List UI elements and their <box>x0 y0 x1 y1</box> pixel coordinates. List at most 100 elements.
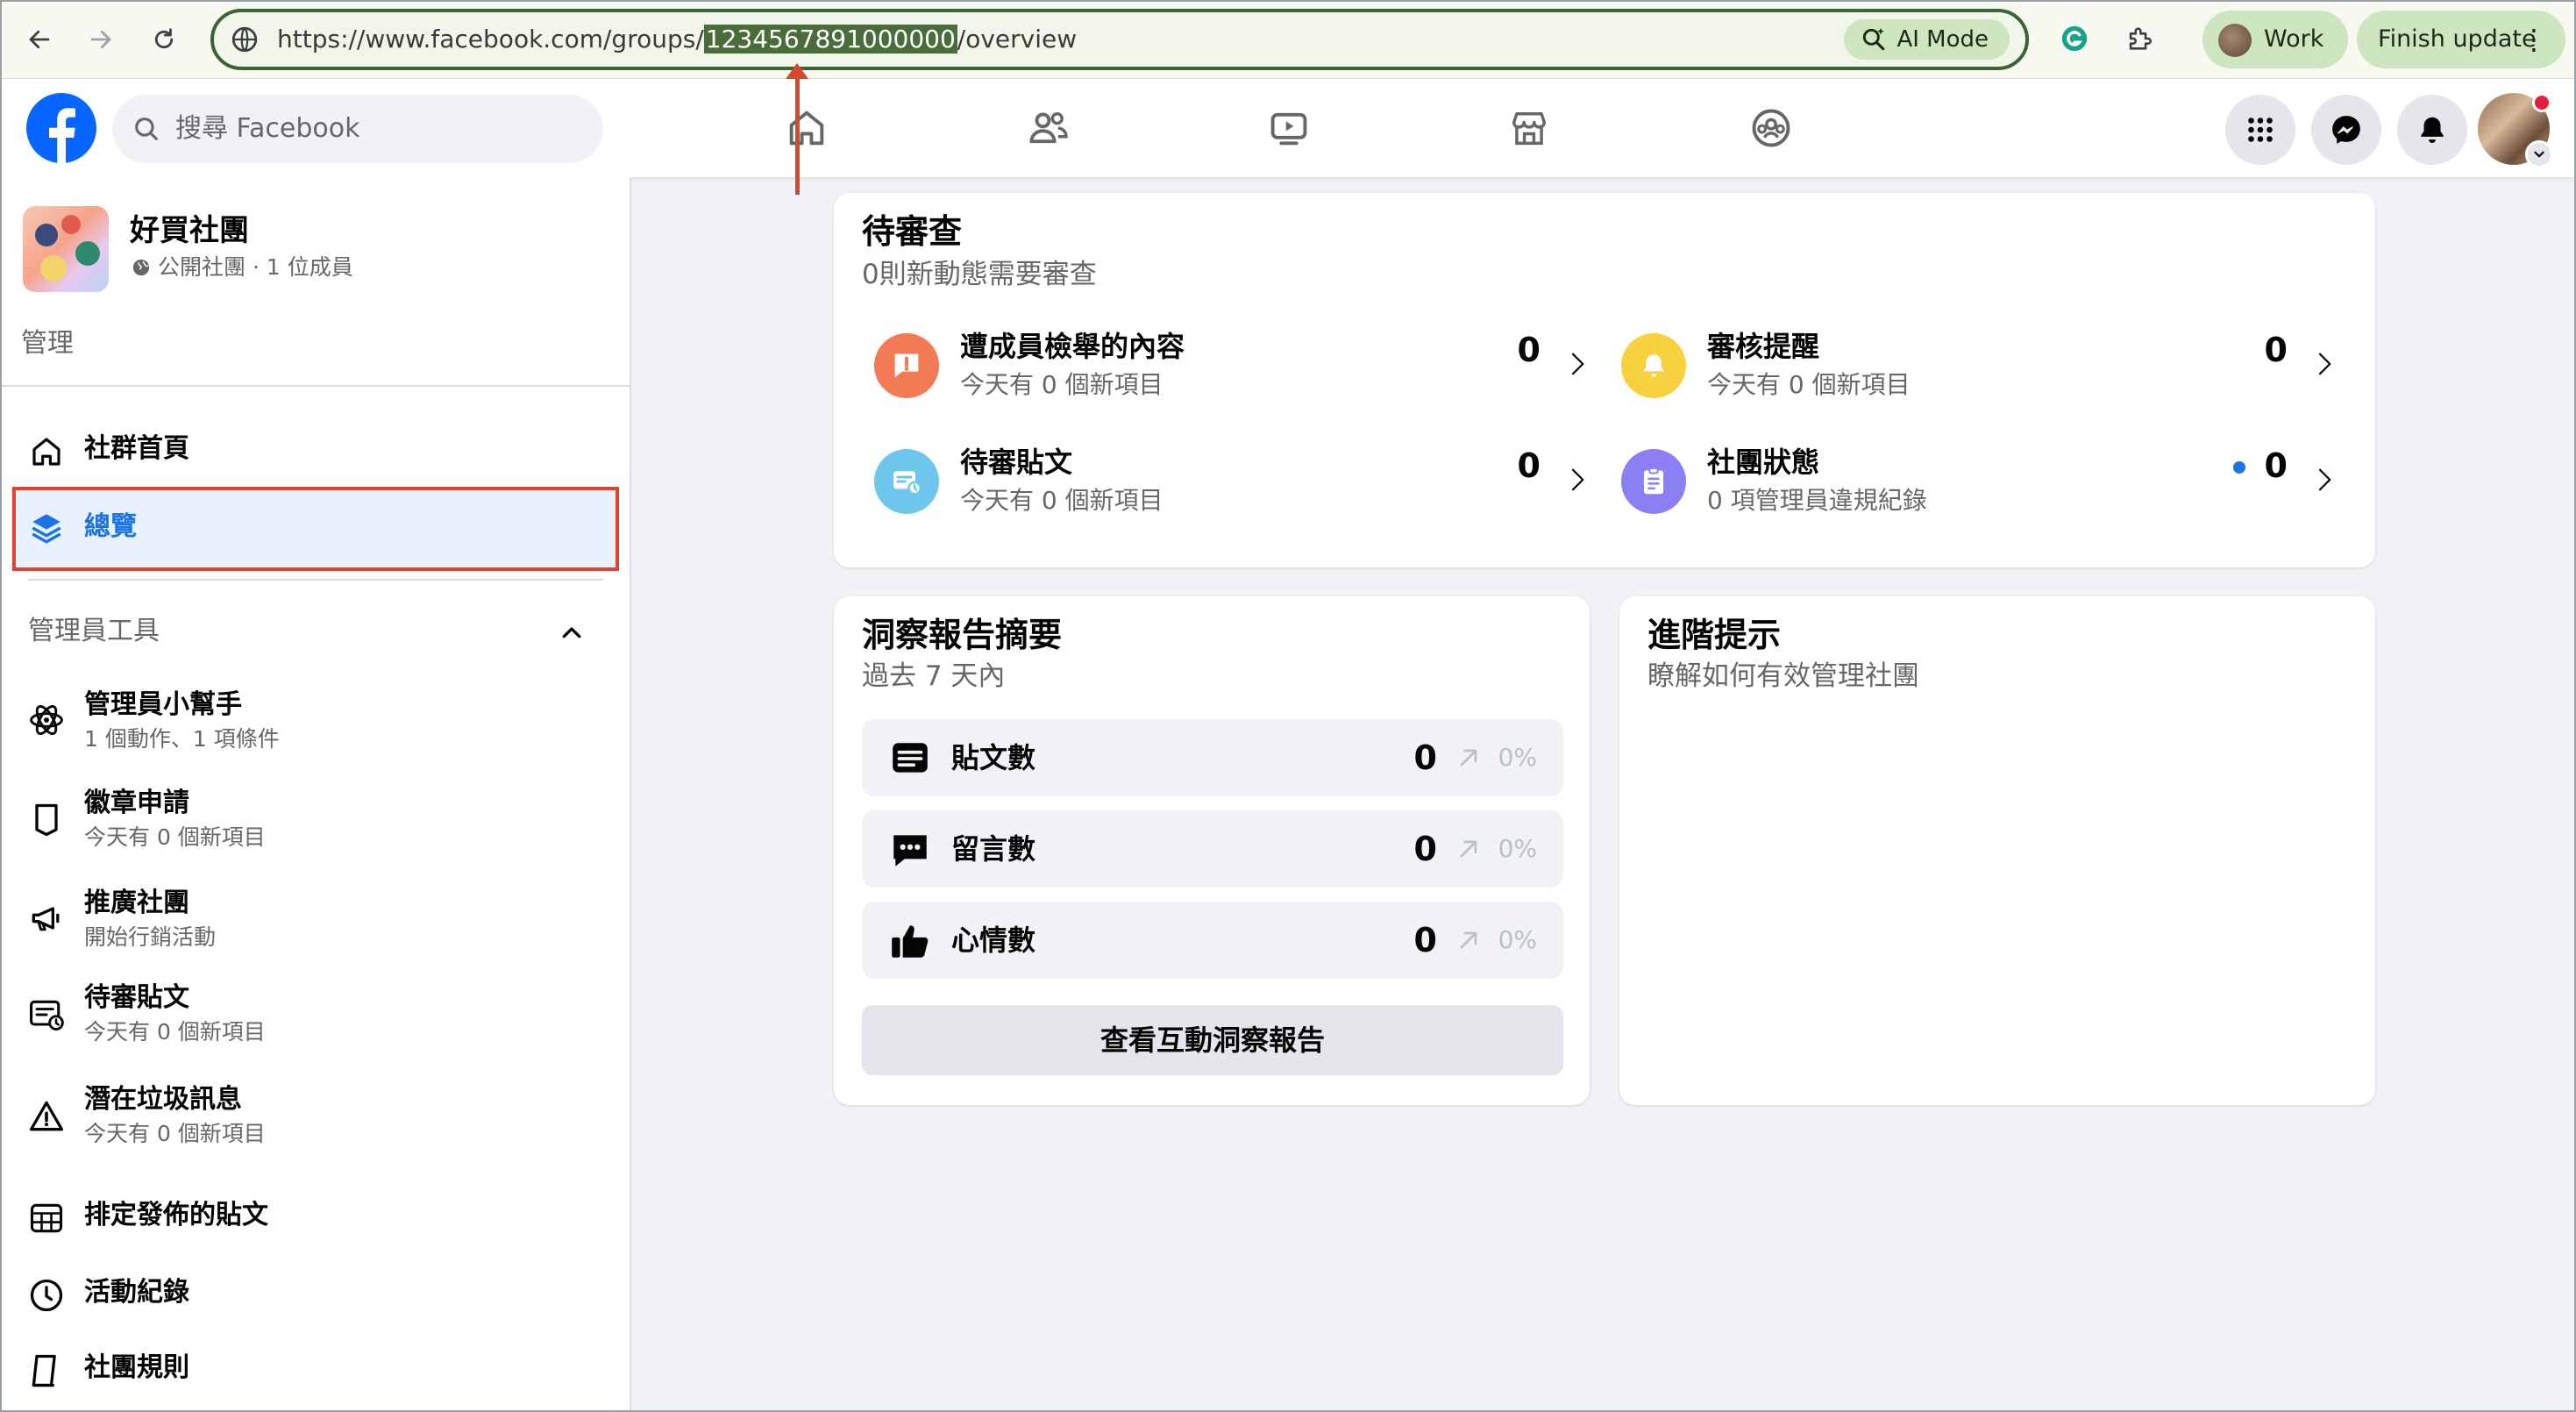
sidebar-item-community-home[interactable]: 社群首頁 <box>25 430 603 474</box>
menu-button[interactable] <box>2225 95 2295 165</box>
assistant-icon <box>25 698 68 742</box>
pending-item-count: 0 <box>1517 331 1541 369</box>
sidebar-item-potential-spam[interactable]: 潛在垃圾訊息 今天有 0 個新項目 <box>25 1080 603 1151</box>
advanced-tips-card: 進階提示 瞭解如何有效管理社團 <box>1619 596 2375 1105</box>
marketplace-icon <box>1512 112 1547 146</box>
insight-percent: 0% <box>1498 834 1537 863</box>
group-name[interactable]: 好買社團 <box>130 210 249 251</box>
insight-value: 0 <box>1413 738 1437 777</box>
finish-update-button[interactable]: Finish update ⋮ <box>2357 11 2565 68</box>
sidebar-item-scheduled-posts[interactable]: 排定發佈的貼文 <box>25 1196 603 1240</box>
url-group-id: 1234567891000000 <box>703 25 957 53</box>
admin-tools-heading: 管理員工具 <box>28 616 160 646</box>
nav-marketplace[interactable] <box>1501 100 1557 156</box>
thumbs-up-icon <box>886 917 934 965</box>
site-info-icon[interactable] <box>230 25 260 54</box>
sidebar-item-pending-posts[interactable]: 待審貼文 今天有 0 個新項目 <box>25 979 603 1049</box>
sidebar-item-badge-requests[interactable]: 徽章申請 今天有 0 個新項目 <box>25 784 603 854</box>
pending-item-count: 0 <box>2264 331 2288 369</box>
insight-value: 0 <box>1413 830 1437 868</box>
pending-item-moderation-alerts[interactable]: 審核提醒 今天有 0 個新項目 0 <box>1621 326 2349 414</box>
messenger-button[interactable] <box>2311 95 2381 165</box>
globe-icon <box>132 259 150 276</box>
bell-icon <box>2421 117 2444 144</box>
reload-button[interactable] <box>142 18 186 61</box>
sidebar-item-label: 待審貼文 <box>84 982 189 1013</box>
trend-up-icon <box>1460 931 1477 949</box>
pending-item-sub: 今天有 0 個新項目 <box>960 486 1163 515</box>
sidebar-item-activity-log[interactable]: 活動紀錄 <box>25 1273 603 1317</box>
notifications-button[interactable] <box>2397 95 2467 165</box>
forward-button[interactable] <box>79 18 123 61</box>
insight-row-posts: 貼文數 0 0% <box>862 719 1563 796</box>
chevron-down-icon[interactable] <box>2525 140 2553 168</box>
notification-dot <box>2532 93 2551 112</box>
grid-menu-icon <box>2248 118 2273 142</box>
pending-item-reported[interactable]: 遭成員檢舉的內容 今天有 0 個新項目 0 <box>874 326 1602 414</box>
megaphone-icon <box>25 896 68 940</box>
search-input[interactable]: 搜尋 Facebook <box>112 95 603 163</box>
sidebar-item-label: 活動紀錄 <box>84 1277 189 1308</box>
url-text[interactable]: https://www.facebook.com/groups/12345678… <box>277 25 1077 54</box>
finish-update-label: Finish update <box>2378 25 2537 53</box>
pending-item-count: 0 <box>2264 446 2288 485</box>
pending-item-pending-posts[interactable]: 待審貼文 今天有 0 個新項目 0 <box>874 442 1602 530</box>
pending-post-icon <box>25 993 68 1037</box>
browser-menu-icon[interactable]: ⋮ <box>2520 11 2548 68</box>
new-indicator-dot <box>2233 461 2245 474</box>
nav-groups[interactable] <box>1743 100 1799 156</box>
nav-friends[interactable] <box>1021 100 1077 156</box>
bell-alert-icon <box>1621 333 1686 398</box>
pending-post-icon <box>874 449 939 514</box>
insight-label: 心情數 <box>951 924 1036 957</box>
pending-item-title: 待審貼文 <box>960 446 1073 479</box>
profile-label: Work <box>2264 25 2324 53</box>
warning-icon <box>25 1095 68 1138</box>
search-placeholder: 搜尋 Facebook <box>175 113 360 144</box>
view-insights-button[interactable]: 查看互動洞察報告 <box>862 1005 1563 1075</box>
comment-icon <box>886 826 934 874</box>
group-cover-image[interactable] <box>23 206 109 292</box>
insight-row-comments: 留言數 0 0% <box>862 810 1563 888</box>
home-icon <box>25 430 68 474</box>
extensions-button[interactable] <box>2120 19 2159 58</box>
groups-icon <box>1752 109 1790 147</box>
ai-mode-button[interactable]: AI Mode <box>1844 19 2010 60</box>
sidebar-item-label: 社團規則 <box>84 1352 189 1383</box>
pending-item-count: 0 <box>1517 446 1541 485</box>
grammarly-extension[interactable] <box>2055 19 2094 58</box>
address-bar[interactable]: https://www.facebook.com/groups/12345678… <box>210 9 2029 70</box>
insight-percent: 0% <box>1498 925 1537 954</box>
insight-label: 留言數 <box>951 832 1036 866</box>
nav-home[interactable] <box>779 100 835 156</box>
video-icon <box>1270 112 1307 146</box>
sidebar-item-promote-group[interactable]: 推廣社團 開始行銷活動 <box>25 884 603 954</box>
report-icon <box>874 333 939 398</box>
reload-icon <box>154 28 174 49</box>
trend-up-icon <box>1460 840 1477 858</box>
pending-title: 待審查 <box>862 212 963 251</box>
sidebar-item-label: 管理員小幫手 <box>84 689 242 720</box>
sidebar-item-group-rules[interactable]: 社團規則 <box>25 1349 603 1393</box>
url-suffix: /overview <box>957 25 1078 53</box>
messenger-icon <box>2332 116 2360 144</box>
account-avatar[interactable] <box>2478 93 2553 168</box>
insight-value: 0 <box>1413 921 1437 959</box>
back-button[interactable] <box>18 18 61 61</box>
tips-subtitle: 瞭解如何有效管理社團 <box>1647 660 1919 692</box>
profile-button[interactable]: Work <box>2202 11 2348 68</box>
collapse-admin-tools[interactable] <box>554 616 589 651</box>
pending-item-title: 社團狀態 <box>1707 446 1820 479</box>
sidebar-item-overview[interactable]: 總覽 <box>12 487 619 571</box>
facebook-logo-icon[interactable] <box>26 93 96 163</box>
pending-item-title: 審核提醒 <box>1707 330 1820 363</box>
home-icon <box>789 111 824 146</box>
pending-item-group-status[interactable]: 社團狀態 0 項管理員違規紀錄 0 <box>1621 442 2349 530</box>
friends-icon <box>1029 112 1068 144</box>
sidebar-item-label: 排定發佈的貼文 <box>84 1200 268 1230</box>
group-meta-text: 公開社團 · 1 位成員 <box>158 254 353 280</box>
ai-search-icon <box>1863 27 1885 51</box>
sidebar-item-admin-assistant[interactable]: 管理員小幫手 1 個動作、1 項條件 <box>25 686 603 756</box>
annotation-arrow-line <box>795 70 800 195</box>
nav-video[interactable] <box>1261 100 1317 156</box>
